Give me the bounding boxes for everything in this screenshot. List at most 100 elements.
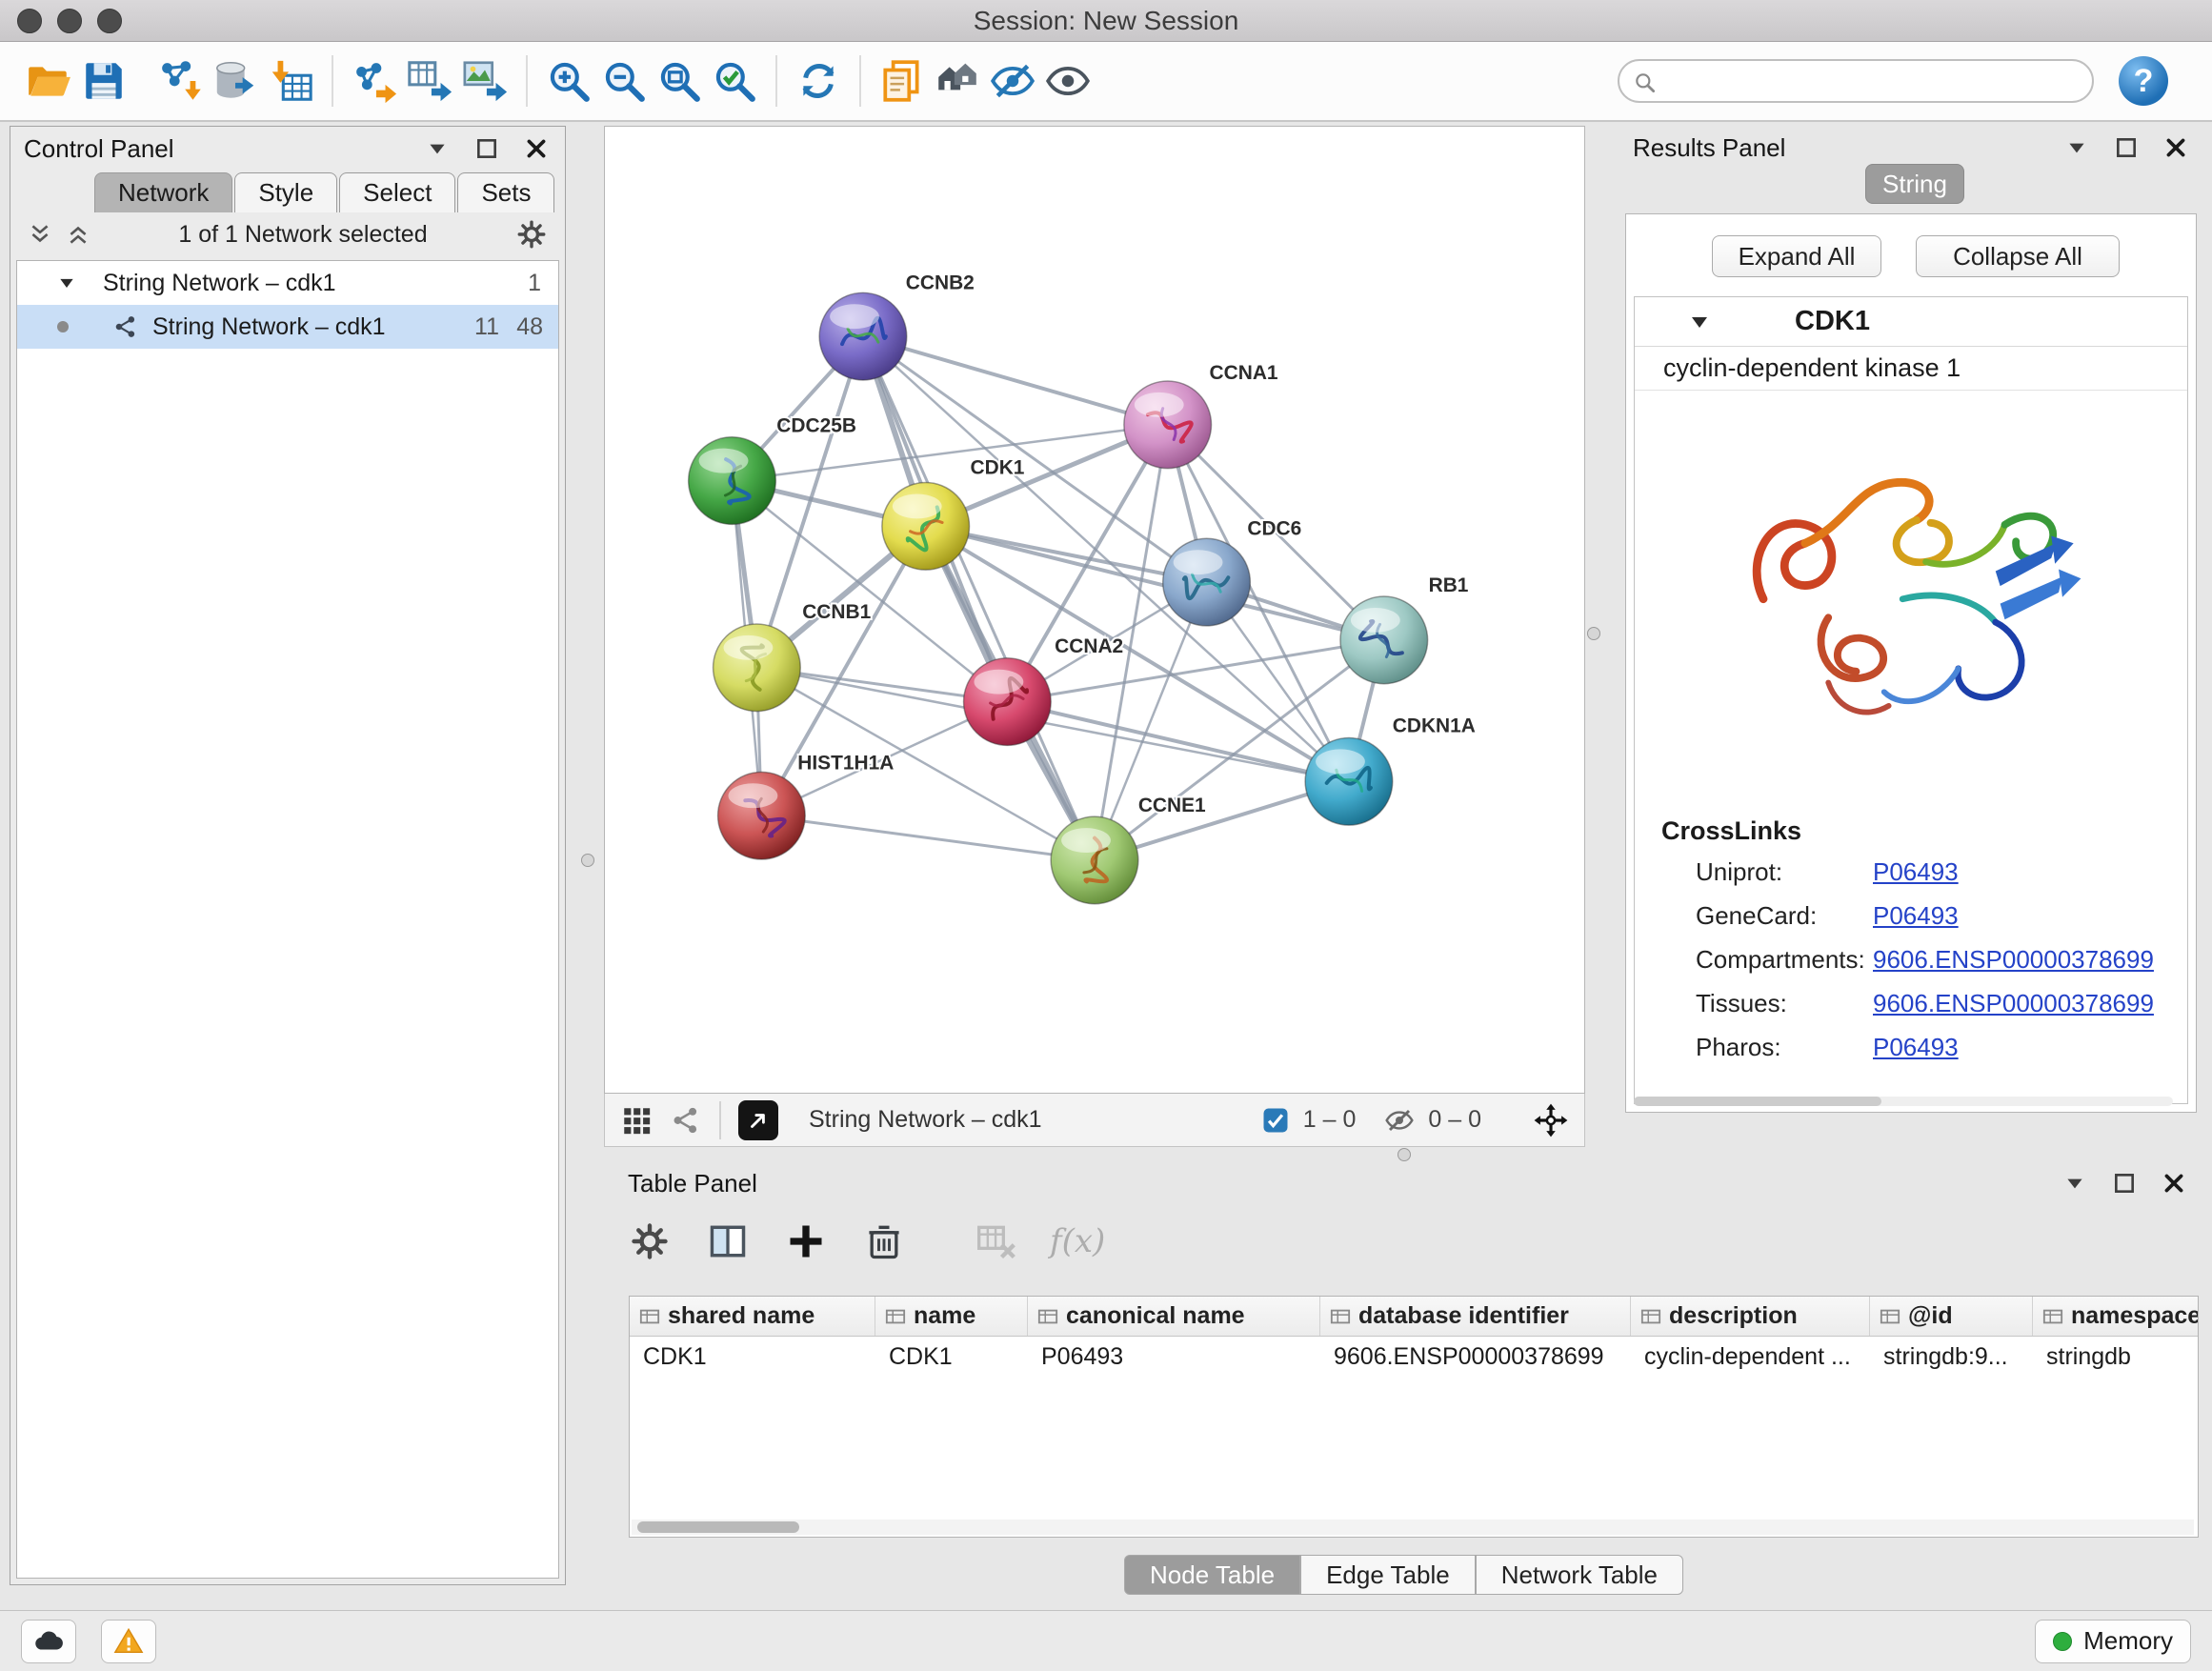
network-view[interactable]: CCNB2CCNA1CDC25BCDK1CDC6RB1CCNB1CCNA2CDK…	[604, 126, 1585, 1094]
network-node-cdc25b[interactable]	[689, 437, 776, 525]
apply-layout-icon[interactable]	[791, 50, 846, 112]
right-splitter-handle[interactable]	[1587, 627, 1600, 640]
tab-network-table[interactable]: Network Table	[1476, 1555, 1683, 1595]
network-edge[interactable]	[863, 336, 1095, 860]
crosslink-genecard-link[interactable]: P06493	[1873, 901, 1959, 931]
tab-network[interactable]: Network	[94, 172, 232, 212]
node-table[interactable]: shared name name canonical name database…	[629, 1296, 2199, 1538]
show-columns-icon[interactable]	[703, 1217, 753, 1266]
left-splitter-handle[interactable]	[581, 854, 594, 867]
network-node-ccnb1[interactable]	[714, 624, 801, 712]
zoom-selected-icon[interactable]	[707, 50, 762, 112]
control-panel-menu-icon[interactable]	[422, 133, 452, 164]
import-network-database-icon[interactable]	[208, 50, 263, 112]
network-collection-row[interactable]: String Network – cdk1 1	[17, 261, 558, 305]
expand-all-button[interactable]: Expand All	[1712, 235, 1881, 277]
results-panel-float-icon[interactable]	[2111, 132, 2142, 163]
network-node-ccna2[interactable]	[964, 658, 1052, 746]
table-panel-close-icon[interactable]	[2159, 1168, 2189, 1198]
network-edge[interactable]	[761, 815, 1095, 860]
cloud-status-button[interactable]	[21, 1620, 76, 1663]
birdseye-open-button[interactable]	[738, 1100, 778, 1140]
tab-edge-table[interactable]: Edge Table	[1300, 1555, 1476, 1595]
table-horizontal-scrollbar[interactable]	[632, 1520, 2194, 1535]
table-row[interactable]: CDK1 CDK1 P06493 9606.ENSP00000378699 cy…	[630, 1337, 2198, 1377]
crosslink-pharos-link[interactable]: P06493	[1873, 1033, 1959, 1062]
collapse-all-networks-icon[interactable]	[28, 222, 52, 247]
export-image-icon[interactable]	[457, 50, 513, 112]
hidden-eye-slash-icon[interactable]	[1384, 1105, 1415, 1136]
selected-checkbox-icon[interactable]	[1261, 1106, 1290, 1135]
results-tab-string[interactable]: String	[1865, 164, 1964, 204]
zoom-fit-icon[interactable]	[652, 50, 707, 112]
tab-node-table[interactable]: Node Table	[1124, 1555, 1300, 1595]
network-row-selected[interactable]: String Network – cdk1 11 48	[17, 305, 558, 349]
export-network-icon[interactable]	[347, 50, 402, 112]
help-button[interactable]: ?	[2119, 56, 2168, 106]
bottom-splitter-handle[interactable]	[1398, 1148, 1411, 1161]
crosslink-compartments-link[interactable]: 9606.ENSP00000378699	[1873, 945, 2154, 975]
expand-all-networks-icon[interactable]	[66, 222, 90, 247]
export-table-icon[interactable]	[402, 50, 457, 112]
network-node-cdc6[interactable]	[1163, 538, 1251, 626]
network-node-cdkn1a[interactable]	[1305, 737, 1393, 825]
network-node-ccna1[interactable]	[1124, 381, 1212, 469]
function-builder-icon[interactable]: f(x)	[1050, 1222, 1105, 1260]
pan-crosshair-icon[interactable]	[1533, 1102, 1569, 1138]
table-settings-gear-icon[interactable]	[625, 1217, 674, 1266]
network-node-cdk1[interactable]	[882, 483, 970, 571]
search-input[interactable]	[1619, 67, 2092, 96]
column-header[interactable]: database identifier	[1320, 1297, 1631, 1336]
results-scrollbar[interactable]	[1634, 1097, 2173, 1106]
network-mode-icon[interactable]	[670, 1104, 702, 1137]
window-close-button[interactable]	[17, 9, 42, 33]
network-edge[interactable]	[926, 526, 1384, 640]
tab-style[interactable]: Style	[234, 172, 337, 212]
tab-select[interactable]: Select	[339, 172, 455, 212]
add-column-icon[interactable]	[781, 1217, 831, 1266]
delete-table-icon[interactable]	[972, 1217, 1021, 1266]
hide-graphics-icon[interactable]	[985, 50, 1040, 112]
birdseye-toggle-icon[interactable]	[930, 50, 985, 112]
grid-mode-icon[interactable]	[620, 1104, 653, 1137]
window-minimize-button[interactable]	[57, 9, 82, 33]
import-table-icon[interactable]	[263, 50, 318, 112]
network-node-rb1[interactable]	[1340, 596, 1428, 684]
network-node-ccne1[interactable]	[1051, 816, 1138, 904]
crosslink-tissues-link[interactable]: 9606.ENSP00000378699	[1873, 989, 2154, 1018]
column-header[interactable]: @id	[1870, 1297, 2033, 1336]
control-panel-float-icon[interactable]	[472, 133, 502, 164]
delete-column-icon[interactable]	[859, 1217, 909, 1266]
duplicate-network-icon[interactable]	[875, 50, 930, 112]
tab-sets[interactable]: Sets	[457, 172, 554, 212]
window-zoom-button[interactable]	[97, 9, 122, 33]
memory-button[interactable]: Memory	[2035, 1620, 2191, 1663]
results-panel-close-icon[interactable]	[2161, 132, 2191, 163]
show-graphics-icon[interactable]	[1040, 50, 1096, 112]
network-canvas[interactable]: CCNB2CCNA1CDC25BCDK1CDC6RB1CCNB1CCNA2CDK…	[605, 127, 1584, 1093]
save-session-button[interactable]	[76, 50, 131, 112]
network-node-ccnb2[interactable]	[819, 292, 907, 380]
crosslink-uniprot-link[interactable]: P06493	[1873, 857, 1959, 887]
network-node-hist1h1a[interactable]	[718, 772, 806, 859]
column-header[interactable]: canonical name	[1028, 1297, 1320, 1336]
section-collapse-icon[interactable]	[1688, 311, 1711, 333]
tree-expand-icon[interactable]	[57, 273, 76, 292]
control-panel-close-icon[interactable]	[521, 133, 552, 164]
zoom-in-icon[interactable]	[541, 50, 596, 112]
results-panel-menu-icon[interactable]	[2061, 132, 2092, 163]
open-session-button[interactable]	[21, 50, 76, 112]
column-header[interactable]: shared name	[630, 1297, 875, 1336]
network-edge[interactable]	[863, 336, 1168, 425]
column-header[interactable]: name	[875, 1297, 1028, 1336]
zoom-out-icon[interactable]	[596, 50, 652, 112]
network-edge[interactable]	[1007, 702, 1349, 782]
table-panel-menu-icon[interactable]	[2060, 1168, 2090, 1198]
warnings-button[interactable]	[101, 1620, 156, 1663]
table-panel-float-icon[interactable]	[2109, 1168, 2140, 1198]
column-header[interactable]: namespace	[2033, 1297, 2199, 1336]
network-options-gear-icon[interactable]	[515, 218, 548, 251]
import-network-file-icon[interactable]	[152, 50, 208, 112]
collapse-all-button[interactable]: Collapse All	[1916, 235, 2120, 277]
column-header[interactable]: description	[1631, 1297, 1870, 1336]
